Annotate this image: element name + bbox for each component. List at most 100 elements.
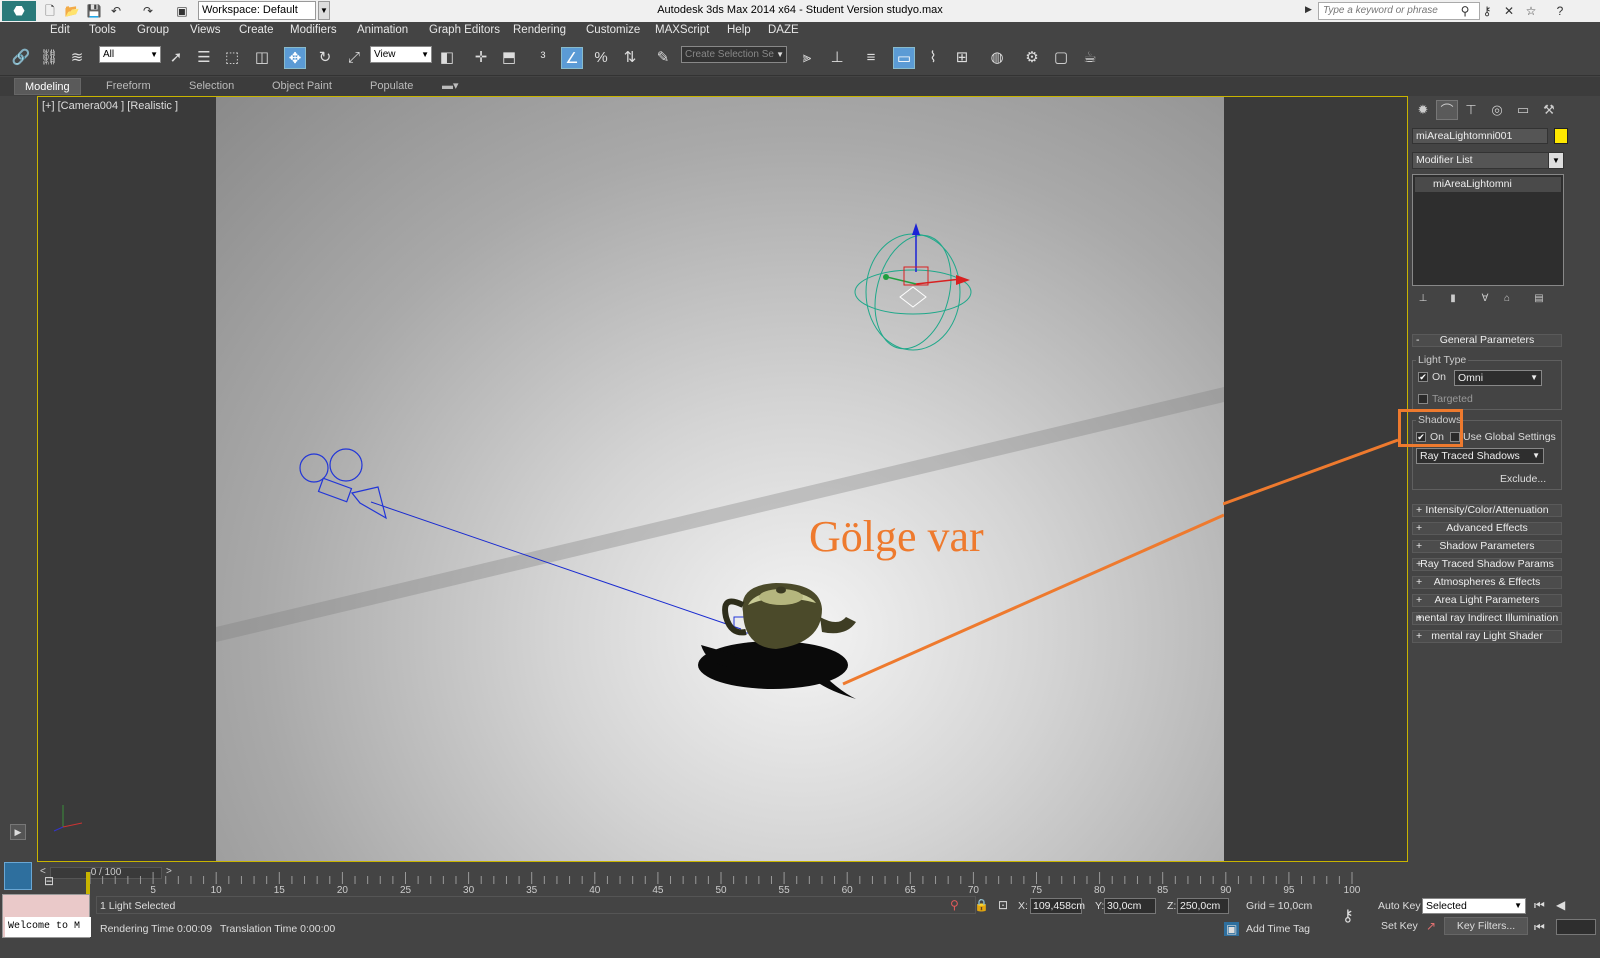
previous-frame-icon[interactable]: ◀: [1556, 898, 1565, 912]
targeted-checkbox[interactable]: [1418, 394, 1428, 404]
viewport-label[interactable]: [+] [Camera004 ] [Realistic ]: [42, 100, 178, 112]
viewport-render-area[interactable]: Gölge var: [216, 97, 1224, 861]
mirror-icon[interactable]: ⫸: [796, 47, 818, 69]
set-key-button[interactable]: Set Key: [1381, 920, 1418, 932]
toggle-ribbon-icon[interactable]: ▭: [893, 47, 915, 69]
shadow-type-select[interactable]: Ray Traced Shadows ▼: [1416, 448, 1544, 464]
render-production-icon[interactable]: ☕: [1079, 47, 1101, 69]
maxscript-listener[interactable]: Welcome to M: [2, 894, 91, 938]
menu-tools[interactable]: Tools: [89, 24, 116, 36]
app-logo-button[interactable]: ⬣: [2, 1, 36, 21]
play-icon[interactable]: ▶: [10, 824, 26, 840]
material-editor-icon[interactable]: ◍: [986, 47, 1008, 69]
absolute-mode-icon[interactable]: ⊡: [998, 898, 1008, 912]
modifier-list-dropdown[interactable]: Modifier List: [1412, 152, 1560, 169]
menu-graph-editors[interactable]: Graph Editors: [429, 24, 500, 36]
workspace-dropdown[interactable]: Workspace: Default: [198, 1, 316, 20]
use-global-settings-checkbox[interactable]: [1450, 432, 1460, 442]
curve-editor-icon[interactable]: ⌇: [922, 47, 944, 69]
new-file-icon[interactable]: 🗋: [42, 3, 58, 19]
pivot-center-icon[interactable]: ◧: [436, 47, 458, 69]
camera-viewport[interactable]: [+] [Camera004 ] [Realistic ] Gölge var …: [10, 96, 1408, 862]
exclude-button[interactable]: Exclude...: [1500, 473, 1546, 485]
chevron-down-icon[interactable]: ▼: [1548, 152, 1564, 169]
bind-space-warp-icon[interactable]: ≋: [66, 47, 88, 69]
key-mode-icon[interactable]: ↗: [1426, 919, 1436, 933]
search-input[interactable]: Type a keyword or phrase: [1318, 2, 1480, 20]
rendered-frame-window-icon[interactable]: ▢: [1050, 47, 1072, 69]
exchange-icon[interactable]: ✕: [1501, 3, 1517, 19]
timeline-toggle-icon[interactable]: ⊟: [44, 874, 54, 888]
tab-populate[interactable]: Populate: [360, 78, 423, 95]
menu-modifiers[interactable]: Modifiers: [290, 24, 337, 36]
chevron-down-icon[interactable]: ▼: [318, 1, 330, 20]
menu-create[interactable]: Create: [239, 24, 274, 36]
rollout-general-parameters[interactable]: - General Parameters: [1412, 334, 1562, 347]
rectangular-selection-icon[interactable]: ⬚: [221, 47, 243, 69]
timeline-track[interactable]: 5 10 15 20 25 30 35 40 45 50 55 60 65 70 75 80 85 90 95 100: [86, 872, 1376, 896]
rollout-ray-traced-shadow-params[interactable]: + Ray Traced Shadow Params: [1412, 558, 1562, 571]
pin-stack-icon[interactable]: ⊥: [1416, 292, 1430, 306]
named-selection-dropdown[interactable]: Create Selection Se ▼: [681, 46, 787, 63]
rollout-advanced-effects[interactable]: + Advanced Effects: [1412, 522, 1562, 535]
menu-edit[interactable]: Edit: [50, 24, 70, 36]
hierarchy-tab-icon[interactable]: ⊤: [1460, 100, 1482, 120]
align-icon[interactable]: ⊥: [826, 47, 848, 69]
object-name-field[interactable]: miAreaLightomni001: [1412, 128, 1548, 144]
auto-key-button[interactable]: Auto Key: [1378, 900, 1421, 912]
maxscript-input[interactable]: Welcome to M: [5, 917, 91, 937]
menu-customize[interactable]: Customize: [586, 24, 640, 36]
select-object-icon[interactable]: ➚: [165, 47, 187, 69]
stack-item-light[interactable]: miAreaLightomni: [1415, 177, 1561, 192]
selection-filter-dropdown[interactable]: All ▼: [99, 46, 161, 63]
window-crossing-icon[interactable]: ◫: [251, 47, 273, 69]
tab-modeling[interactable]: Modeling: [14, 78, 81, 95]
show-end-result-icon[interactable]: ▮: [1446, 292, 1460, 306]
chevron-right-icon[interactable]: ▶: [1305, 4, 1312, 15]
link-icon[interactable]: 🔗: [10, 47, 32, 69]
reference-coordinate-dropdown[interactable]: View ▼: [370, 46, 432, 63]
tab-freeform[interactable]: Freeform: [96, 78, 161, 95]
isolate-selection-icon[interactable]: ⚲: [950, 898, 959, 912]
rollout-shadow-parameters[interactable]: + Shadow Parameters: [1412, 540, 1562, 553]
key-filters-button[interactable]: Key Filters...: [1444, 917, 1528, 935]
configure-sets-icon[interactable]: ▤: [1532, 292, 1546, 306]
edit-named-selection-icon[interactable]: ✎: [652, 47, 674, 69]
menu-views[interactable]: Views: [190, 24, 220, 36]
select-manipulate-icon[interactable]: ✛: [470, 47, 492, 69]
open-file-icon[interactable]: 📂: [64, 3, 80, 19]
remove-modifier-icon[interactable]: ⌂: [1500, 292, 1514, 306]
select-and-scale-icon[interactable]: ⤢: [343, 47, 365, 69]
current-frame-field[interactable]: [1556, 919, 1596, 935]
select-by-name-icon[interactable]: ☰: [193, 47, 215, 69]
save-file-icon[interactable]: 💾: [86, 3, 102, 19]
snaps-toggle-icon[interactable]: ³: [532, 47, 554, 69]
tab-object-paint[interactable]: Object Paint: [262, 78, 342, 95]
key-icon[interactable]: ⚷: [1479, 3, 1495, 19]
rollout-mental-ray-indirect[interactable]: + mental ray Indirect Illumination: [1412, 612, 1562, 625]
menu-animation[interactable]: Animation: [357, 24, 408, 36]
rollout-mental-ray-light-shader[interactable]: + mental ray Light Shader: [1412, 630, 1562, 643]
motion-tab-icon[interactable]: ◎: [1486, 100, 1508, 120]
mini-curve-editor-icon[interactable]: [4, 862, 32, 890]
shadows-on-checkbox[interactable]: ✔: [1416, 432, 1426, 442]
schematic-view-icon[interactable]: ⊞: [951, 47, 973, 69]
y-coordinate-field[interactable]: 30,0cm: [1104, 898, 1156, 914]
z-coordinate-field[interactable]: 250,0cm: [1177, 898, 1229, 914]
create-tab-icon[interactable]: ✹: [1412, 100, 1434, 120]
utilities-tab-icon[interactable]: ⚒: [1538, 100, 1560, 120]
ribbon-options-icon[interactable]: ▬▾: [432, 78, 469, 95]
object-color-swatch[interactable]: [1554, 128, 1568, 144]
unlink-icon[interactable]: ⛓: [38, 47, 60, 69]
menu-maxscript[interactable]: MAXScript: [655, 24, 709, 36]
rollout-area-light-parameters[interactable]: + Area Light Parameters: [1412, 594, 1562, 607]
light-on-checkbox[interactable]: ✔: [1418, 372, 1428, 382]
menu-group[interactable]: Group: [137, 24, 169, 36]
undo-icon[interactable]: ↶: [108, 3, 124, 19]
rollout-intensity[interactable]: + Intensity/Color/Attenuation: [1412, 504, 1562, 517]
time-cursor[interactable]: [86, 872, 90, 896]
make-unique-icon[interactable]: ∀: [1478, 292, 1492, 306]
menu-rendering[interactable]: Rendering: [513, 24, 566, 36]
rollout-atmospheres-effects[interactable]: + Atmospheres & Effects: [1412, 576, 1562, 589]
percent-snap-icon[interactable]: %: [590, 47, 612, 69]
